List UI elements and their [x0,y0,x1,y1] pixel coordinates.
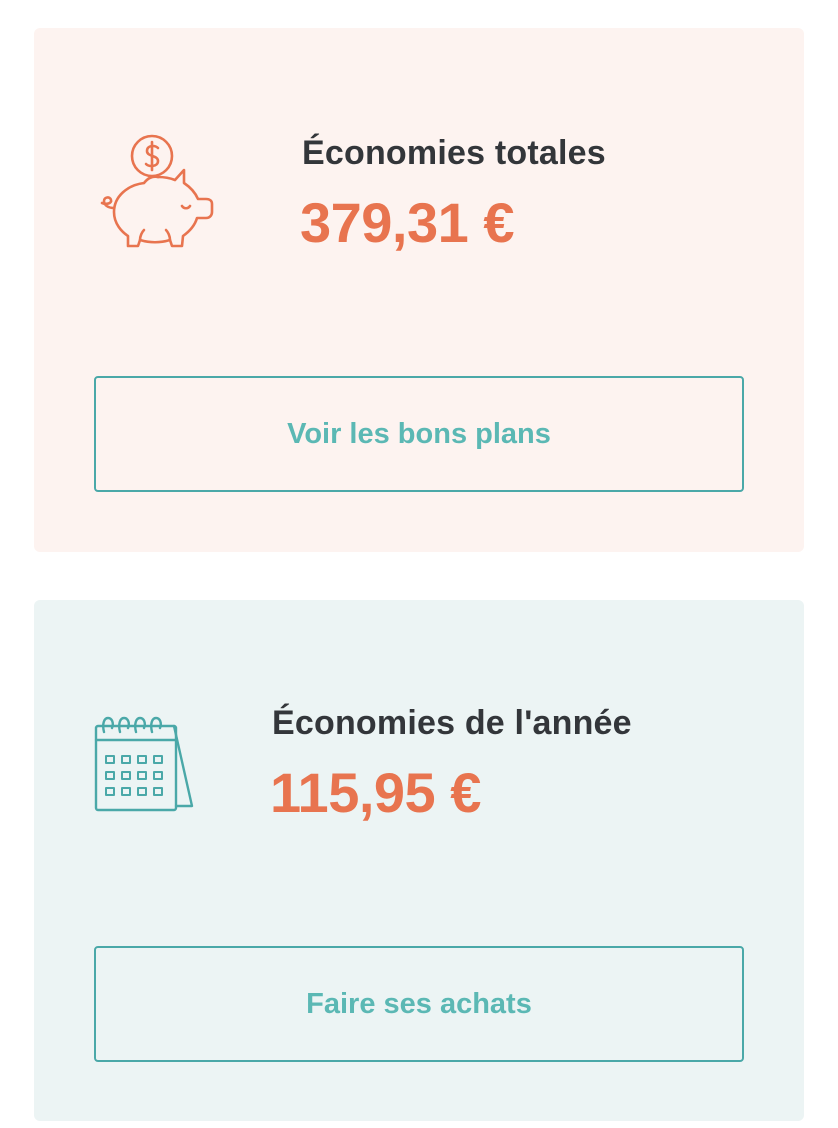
go-shopping-button[interactable]: Faire ses achats [94,946,744,1062]
yearly-savings-card: Économies de l'année 115,95 € Faire ses … [34,600,804,1121]
total-savings-card: Économies totales 379,31 € Voir les bons… [34,28,804,552]
yearly-savings-amount: 115,95 € [270,761,481,824]
piggy-bank-icon [98,130,222,254]
calendar-icon [94,710,194,814]
total-savings-title: Économies totales [302,134,606,172]
see-deals-button[interactable]: Voir les bons plans [94,376,744,492]
yearly-savings-title: Économies de l'année [272,704,632,742]
total-savings-amount: 379,31 € [300,191,514,254]
